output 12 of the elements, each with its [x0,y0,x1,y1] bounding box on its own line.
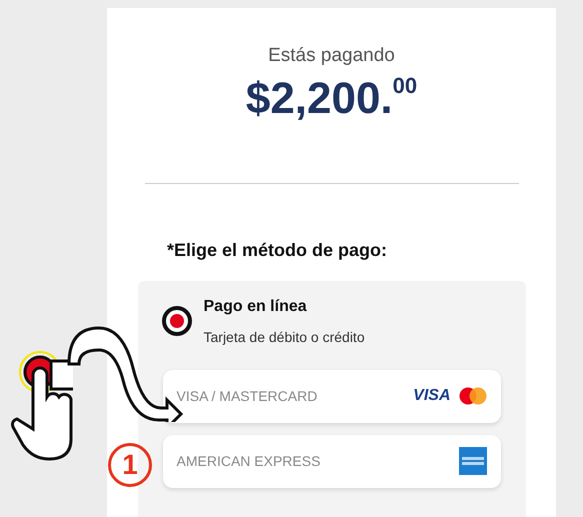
amount: $2,200.$^{00}$ [246,76,418,120]
amex-icon [458,447,486,475]
paying-label: Estás pagando [268,44,395,68]
section-title: *Elige el método de pago: [167,238,388,262]
method-subtitle: Tarjeta de débito o crédito [204,328,365,347]
radio-button[interactable] [162,306,192,336]
card-option[interactable]: VISA / MASTERCARD VISA [162,370,500,422]
method-title: Pago en línea [204,296,308,316]
mastercard-icon [458,387,486,405]
step-number: 1 [108,443,152,487]
visa-logo: VISA [413,386,450,406]
card-option[interactable]: AMERICAN EXPRESS [162,434,500,488]
